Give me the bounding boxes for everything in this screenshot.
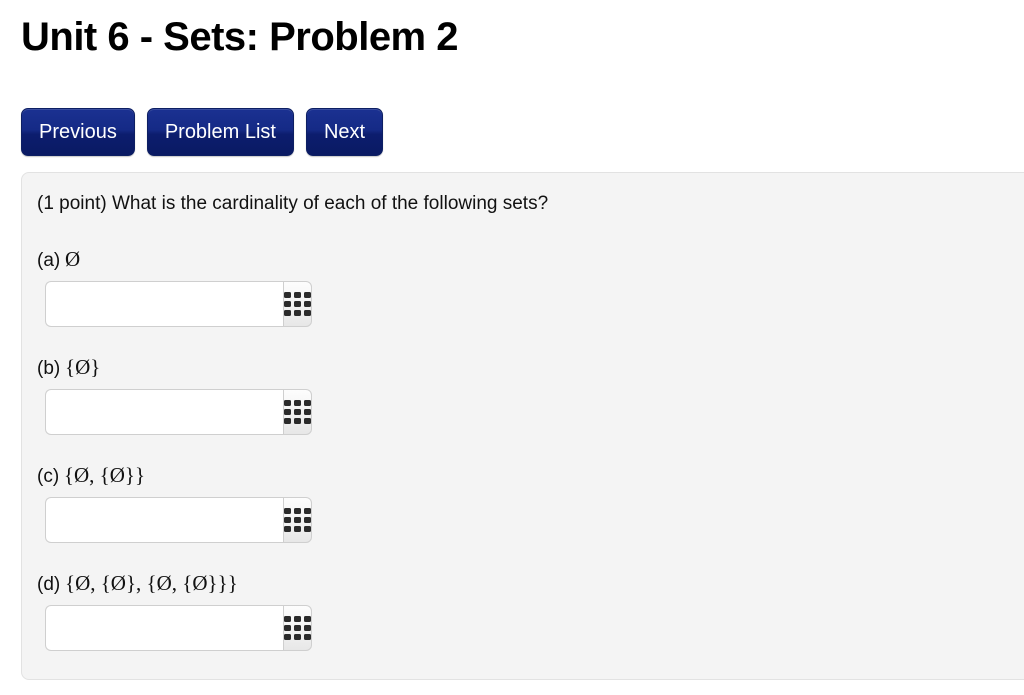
- problem-list-button[interactable]: Problem List: [146, 108, 294, 156]
- part-c-keypad-button[interactable]: [283, 497, 312, 543]
- part-b-answer-input[interactable]: [45, 389, 283, 435]
- part-b-tag: (b): [37, 358, 61, 379]
- problem-part-d: (d) {Ø, {Ø}, {Ø, {Ø}}}: [37, 571, 312, 651]
- part-a-keypad-button[interactable]: [283, 281, 312, 327]
- math-keypad-icon: [284, 400, 311, 424]
- part-d-label: (d) {Ø, {Ø}, {Ø, {Ø}}}: [37, 571, 293, 597]
- part-a-answer-input[interactable]: [45, 281, 283, 327]
- part-b-answer-row: [45, 389, 312, 435]
- part-d-answer-row: [45, 605, 312, 651]
- part-d-answer-input[interactable]: [45, 605, 283, 651]
- part-a-tag: (a): [37, 250, 61, 271]
- part-b-label: (b) {Ø}: [37, 355, 293, 381]
- problem-part-c: (c) {Ø, {Ø}}: [37, 463, 312, 543]
- previous-button[interactable]: Previous: [21, 108, 135, 156]
- part-b-expression: {Ø}: [64, 355, 101, 379]
- problem-part-b: (b) {Ø}: [37, 355, 312, 435]
- math-keypad-icon: [284, 616, 311, 640]
- math-keypad-icon: [284, 292, 311, 316]
- part-a-answer-row: [45, 281, 312, 327]
- problem-navigation: Previous Problem List Next: [21, 108, 384, 156]
- part-a-label: (a) Ø: [37, 247, 293, 273]
- problem-panel: (1 point) What is the cardinality of eac…: [21, 172, 1024, 680]
- part-d-expression: {Ø, {Ø}, {Ø, {Ø}}}: [64, 571, 238, 595]
- part-c-label: (c) {Ø, {Ø}}: [37, 463, 293, 489]
- problem-part-a: (a) Ø: [37, 247, 312, 327]
- part-c-tag: (c): [37, 466, 60, 487]
- part-d-keypad-button[interactable]: [283, 605, 312, 651]
- part-c-answer-input[interactable]: [45, 497, 283, 543]
- part-b-keypad-button[interactable]: [283, 389, 312, 435]
- page-title: Unit 6 - Sets: Problem 2: [21, 15, 458, 59]
- part-c-answer-row: [45, 497, 312, 543]
- part-c-expression: {Ø, {Ø}}: [63, 463, 146, 487]
- part-a-expression: Ø: [64, 247, 81, 271]
- part-d-tag: (d): [37, 574, 61, 595]
- math-keypad-icon: [284, 508, 311, 532]
- next-button[interactable]: Next: [305, 108, 384, 156]
- question-text: (1 point) What is the cardinality of eac…: [37, 193, 549, 214]
